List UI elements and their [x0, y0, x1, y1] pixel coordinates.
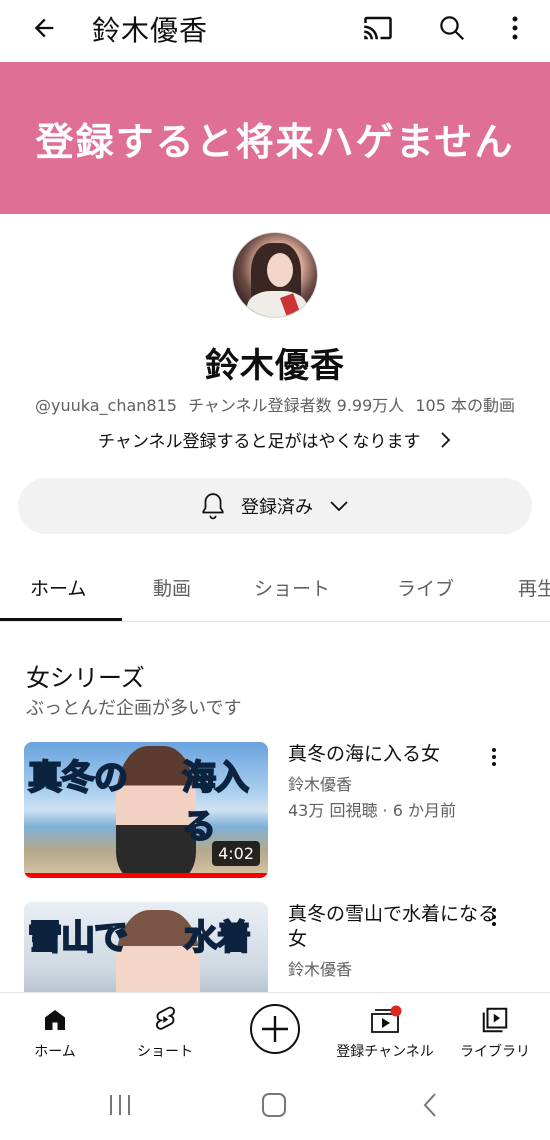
video-channel: 鈴木優香	[288, 960, 353, 979]
more-vert-icon[interactable]	[482, 742, 506, 772]
nav-home[interactable]: ホーム	[0, 1001, 110, 1061]
tab-live[interactable]: ライブ	[397, 574, 454, 601]
tab-playlists[interactable]: 再生	[518, 574, 550, 601]
section-title: 女シリーズ	[26, 664, 145, 692]
home-icon	[0, 1001, 110, 1039]
avatar[interactable]	[232, 232, 318, 318]
more-vert-icon[interactable]	[482, 902, 506, 932]
app-bar: 鈴木優香	[0, 0, 550, 56]
back-arrow-icon[interactable]	[26, 10, 62, 46]
nav-label: ホーム	[34, 1044, 76, 1060]
video-item[interactable]: 真冬の 海入る 4:02 真冬の海に入る女 鈴木優香 43万 回視聴 · 6 か…	[24, 742, 530, 878]
shorts-icon	[110, 1001, 220, 1039]
video-info: 真冬の海に入る女 鈴木優香 43万 回視聴 · 6 か月前	[288, 742, 498, 821]
system-nav-bar	[0, 1070, 550, 1140]
active-tab-indicator	[0, 618, 122, 621]
subscribed-label: 登録済み	[241, 497, 313, 518]
library-icon	[440, 1001, 550, 1039]
bottom-navigation: ホーム ショート 登録チャンネル ライブラリ	[0, 992, 550, 1070]
duration-badge: 4:02	[212, 841, 260, 866]
channel-meta: @yuuka_chan815 チャンネル登録者数 9.99万人 105 本の動画	[0, 392, 550, 416]
thumbnail-text: 水着	[183, 917, 252, 959]
video-title[interactable]: 真冬の海に入る女	[288, 742, 498, 767]
avatar-face	[267, 253, 293, 287]
subscriber-count: チャンネル登録者数 9.99万人	[188, 396, 405, 415]
home-button-icon[interactable]	[254, 1088, 294, 1122]
cast-icon[interactable]	[360, 10, 396, 46]
watch-progress-fill	[24, 873, 268, 878]
bell-icon	[199, 492, 227, 520]
thumbnail-text: 真冬の	[27, 757, 129, 799]
create-plus-icon[interactable]	[249, 1003, 301, 1055]
subscriptions-icon	[330, 1001, 440, 1039]
search-icon[interactable]	[434, 10, 470, 46]
nav-subscriptions[interactable]: 登録チャンネル	[330, 1001, 440, 1061]
tab-home[interactable]: ホーム	[30, 574, 86, 601]
page-title: 鈴木優香	[92, 14, 209, 47]
nav-library[interactable]: ライブラリ	[440, 1001, 550, 1061]
channel-banner: 登録すると将来ハゲません	[0, 62, 550, 214]
video-title[interactable]: 真冬の雪山で水着になる女	[288, 902, 498, 952]
banner-text: 登録すると将来ハゲません	[35, 119, 515, 164]
more-vert-icon[interactable]	[500, 10, 530, 46]
channel-tagline[interactable]: チャンネル登録すると足がはやくなります	[0, 427, 550, 454]
video-thumbnail[interactable]: 真冬の 海入る 4:02	[24, 742, 268, 878]
subscribed-button[interactable]: 登録済み	[18, 478, 532, 534]
recent-apps-icon[interactable]	[100, 1088, 140, 1122]
video-stats: 43万 回視聴 · 6 か月前	[288, 801, 456, 820]
video-info: 真冬の雪山で水着になる女 鈴木優香	[288, 902, 498, 980]
nav-label: ライブラリ	[460, 1044, 530, 1060]
tagline-text: チャンネル登録すると足がはやくなります	[98, 432, 421, 452]
nav-shorts[interactable]: ショート	[110, 1001, 220, 1061]
thumbnail-text: 雪山で	[27, 917, 129, 959]
chevron-right-icon	[440, 431, 452, 454]
tab-videos[interactable]: 動画	[153, 574, 191, 601]
tab-shorts[interactable]: ショート	[254, 574, 330, 601]
avatar-shirt	[247, 291, 307, 317]
thumbnail-text: 海入る	[181, 757, 250, 848]
video-channel: 鈴木優香	[288, 775, 353, 794]
channel-tabs: ホーム 動画 ショート ライブ 再生	[0, 560, 550, 622]
channel-name: 鈴木優香	[205, 346, 345, 386]
nav-label: ショート	[137, 1044, 193, 1060]
watch-progress-bar	[24, 873, 268, 878]
chevron-down-icon	[327, 494, 351, 518]
section-subtitle: ぶっとんだ企画が多いです	[26, 698, 242, 719]
system-back-icon[interactable]	[410, 1088, 450, 1122]
video-count: 105 本の動画	[415, 396, 516, 415]
channel-handle: @yuuka_chan815	[34, 396, 177, 415]
nav-label: 登録チャンネル	[336, 1044, 434, 1060]
